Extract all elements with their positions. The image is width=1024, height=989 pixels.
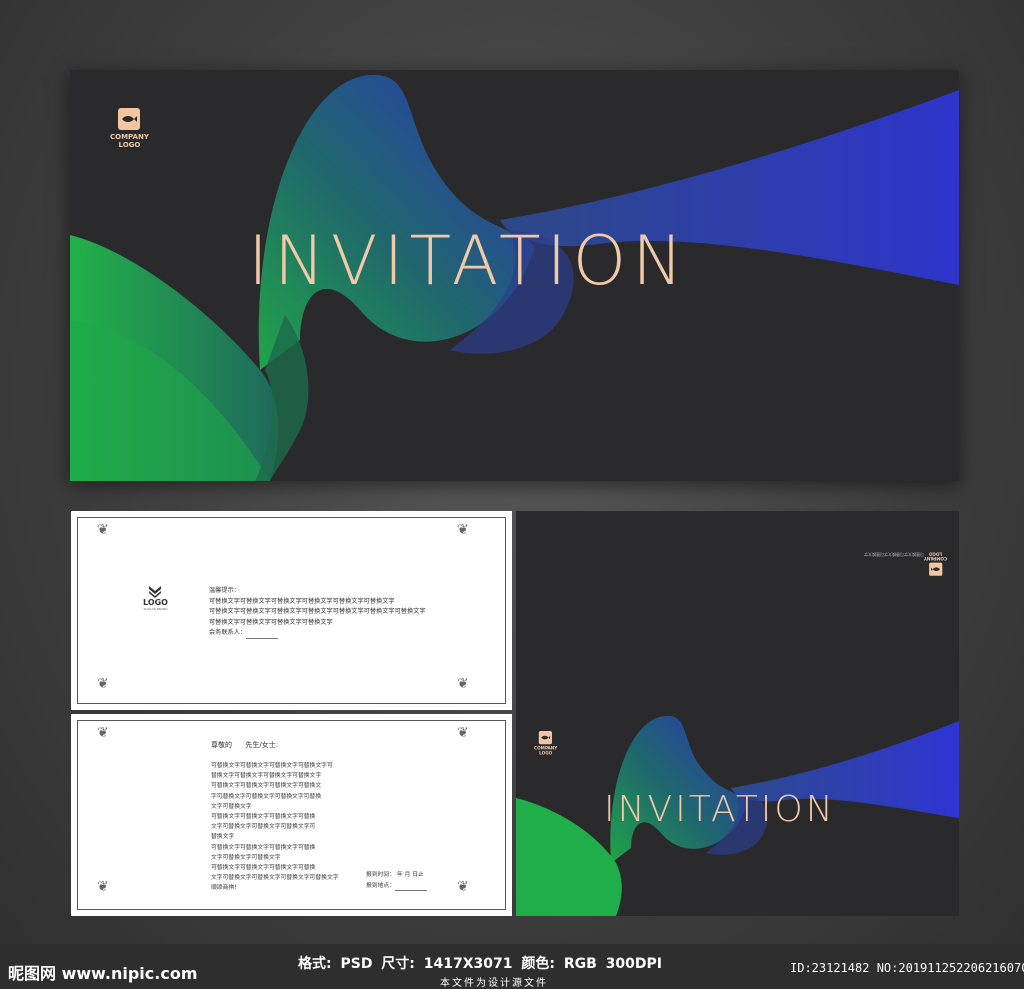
notice-text: 温馨提示： 可替换文字可替换文字可替换文字可替换文字可替换文字可替换文字 可替换… bbox=[209, 586, 426, 639]
logo-mark-icon bbox=[539, 731, 553, 745]
corner-ornament-icon: ❦ bbox=[457, 676, 469, 692]
time-units: 年 月 日止 bbox=[396, 872, 424, 878]
notice-heading: 温馨提示： bbox=[209, 587, 240, 594]
back-top-card: 可替换文字可替换文字可替换文字 COMPANY LOGO bbox=[516, 511, 959, 713]
corner-ornament-icon: ❦ bbox=[97, 676, 109, 692]
body-line: 可替换文字可替换文字可替换文字可替换文 bbox=[211, 783, 322, 790]
logo-line1: COMPANY bbox=[923, 556, 948, 561]
chevron-logo-icon bbox=[149, 586, 162, 598]
contact-blank bbox=[246, 632, 279, 639]
report-info: 报到时间： 年 月 日止 报到地点： bbox=[366, 870, 427, 891]
watermark-footer: 昵图网 www.nipic.com 格式: PSD 尺寸: 1417X3071 … bbox=[0, 944, 1024, 989]
time-label: 报到时间： bbox=[366, 872, 395, 878]
back-bottom-card: COMPANY LOGO INVITATION bbox=[516, 713, 959, 916]
corner-ornament-icon: ❦ bbox=[457, 879, 469, 895]
company-logo: COMPANY LOGO bbox=[534, 731, 557, 756]
body-line: 可替换文字可替换文字可替换文字可替换 bbox=[211, 814, 316, 821]
cover-title: INVITATION bbox=[248, 222, 689, 301]
body-line: 可替换文字可替换文字可替换文字可替换文字可 bbox=[211, 763, 333, 769]
place-blank bbox=[395, 884, 427, 891]
notice-line: 可替换文字可替换文字可替换文字可替换文字 bbox=[209, 618, 333, 626]
logo-line2: LOGO bbox=[118, 141, 141, 149]
logo-mark-icon bbox=[118, 108, 141, 130]
back-title: INVITATION bbox=[604, 789, 836, 830]
logo-line2: LOGO bbox=[539, 750, 553, 756]
corner-ornament-icon: ❦ bbox=[457, 725, 469, 741]
invitation-cover-card: COMPANY LOGO INVITATION bbox=[70, 70, 959, 481]
logo-mark-icon bbox=[928, 562, 943, 576]
body-line: 文字可替换文字可替换文字可替换文字可 bbox=[211, 824, 316, 831]
letter-body: 可替换文字可替换文字可替换文字可替换文字可 替换文字可替换文字可替换文字可替换文… bbox=[211, 761, 339, 894]
corner-ornament-icon: ❦ bbox=[97, 879, 109, 895]
body-line: 可替换文字可替换文字可替换文字可替换 bbox=[211, 865, 316, 872]
site-brand: 昵图网 www.nipic.com bbox=[8, 964, 198, 983]
corner-ornament-icon: ❦ bbox=[457, 522, 469, 538]
body-line: 可替换文字可替换文字可替换文字可替换 bbox=[211, 844, 316, 851]
body-line: 顺颂商祺! bbox=[211, 885, 237, 892]
logo-line1: COMPANY bbox=[110, 133, 149, 141]
contact-label: 会务联系人： bbox=[209, 629, 247, 636]
notice-line: 可替换文字可替换文字可替换文字可替换文字可替换文字可替换文字 bbox=[209, 597, 395, 605]
file-id: ID:23121482 NO:20191125220621607030 bbox=[790, 961, 1024, 975]
body-line: 替换文字 bbox=[211, 834, 235, 841]
body-line: 文字可替换文字 bbox=[211, 803, 252, 810]
corner-ornament-icon: ❦ bbox=[97, 522, 109, 538]
inside-logo: LOGO SLOGAN BRAND bbox=[143, 584, 168, 611]
body-line: 替换文字可替换文字可替换文字可替换文字 bbox=[211, 773, 322, 780]
salutation: 尊敬的 先生/女士: bbox=[211, 740, 278, 751]
inside-bottom-card: ❦ ❦ ❦ ❦ 尊敬的 先生/女士: 可替换文字可替换文字可替换文字可替换文字可… bbox=[71, 714, 512, 916]
body-line: 文字可替换文字可替换文字可替换文字可替换文字 bbox=[211, 875, 339, 882]
corner-ornament-icon: ❦ bbox=[97, 725, 109, 741]
salutation-prefix: 尊敬的 bbox=[211, 741, 232, 749]
place-label: 报到地点： bbox=[366, 882, 395, 889]
inside-logo-label: LOGO bbox=[143, 598, 168, 607]
company-logo: COMPANY LOGO bbox=[110, 108, 149, 149]
salutation-suffix: 先生/女士: bbox=[245, 741, 279, 749]
file-subtitle: 本文件为设计源文件 bbox=[440, 978, 548, 989]
back-note: 可替换文字可替换文字可替换文字 bbox=[864, 552, 924, 557]
inside-logo-sub: SLOGAN BRAND bbox=[143, 607, 168, 611]
body-line: 文字可替换文字可替换文字 bbox=[211, 854, 281, 861]
company-logo: COMPANY LOGO bbox=[924, 551, 947, 576]
body-line: 字可替换文字可替换文字可替换文字可替换 bbox=[211, 793, 322, 800]
notice-line: 可替换文字可替换文字可替换文字可替换文字可替换文字可替换文字可替换文字 bbox=[209, 608, 426, 615]
inside-top-card: ❦ ❦ ❦ ❦ LOGO SLOGAN BRAND 温馨提示： 可替换文字可替换… bbox=[71, 511, 512, 710]
file-specs: 格式: PSD 尺寸: 1417X3071 颜色: RGB 300DPI bbox=[298, 956, 662, 972]
